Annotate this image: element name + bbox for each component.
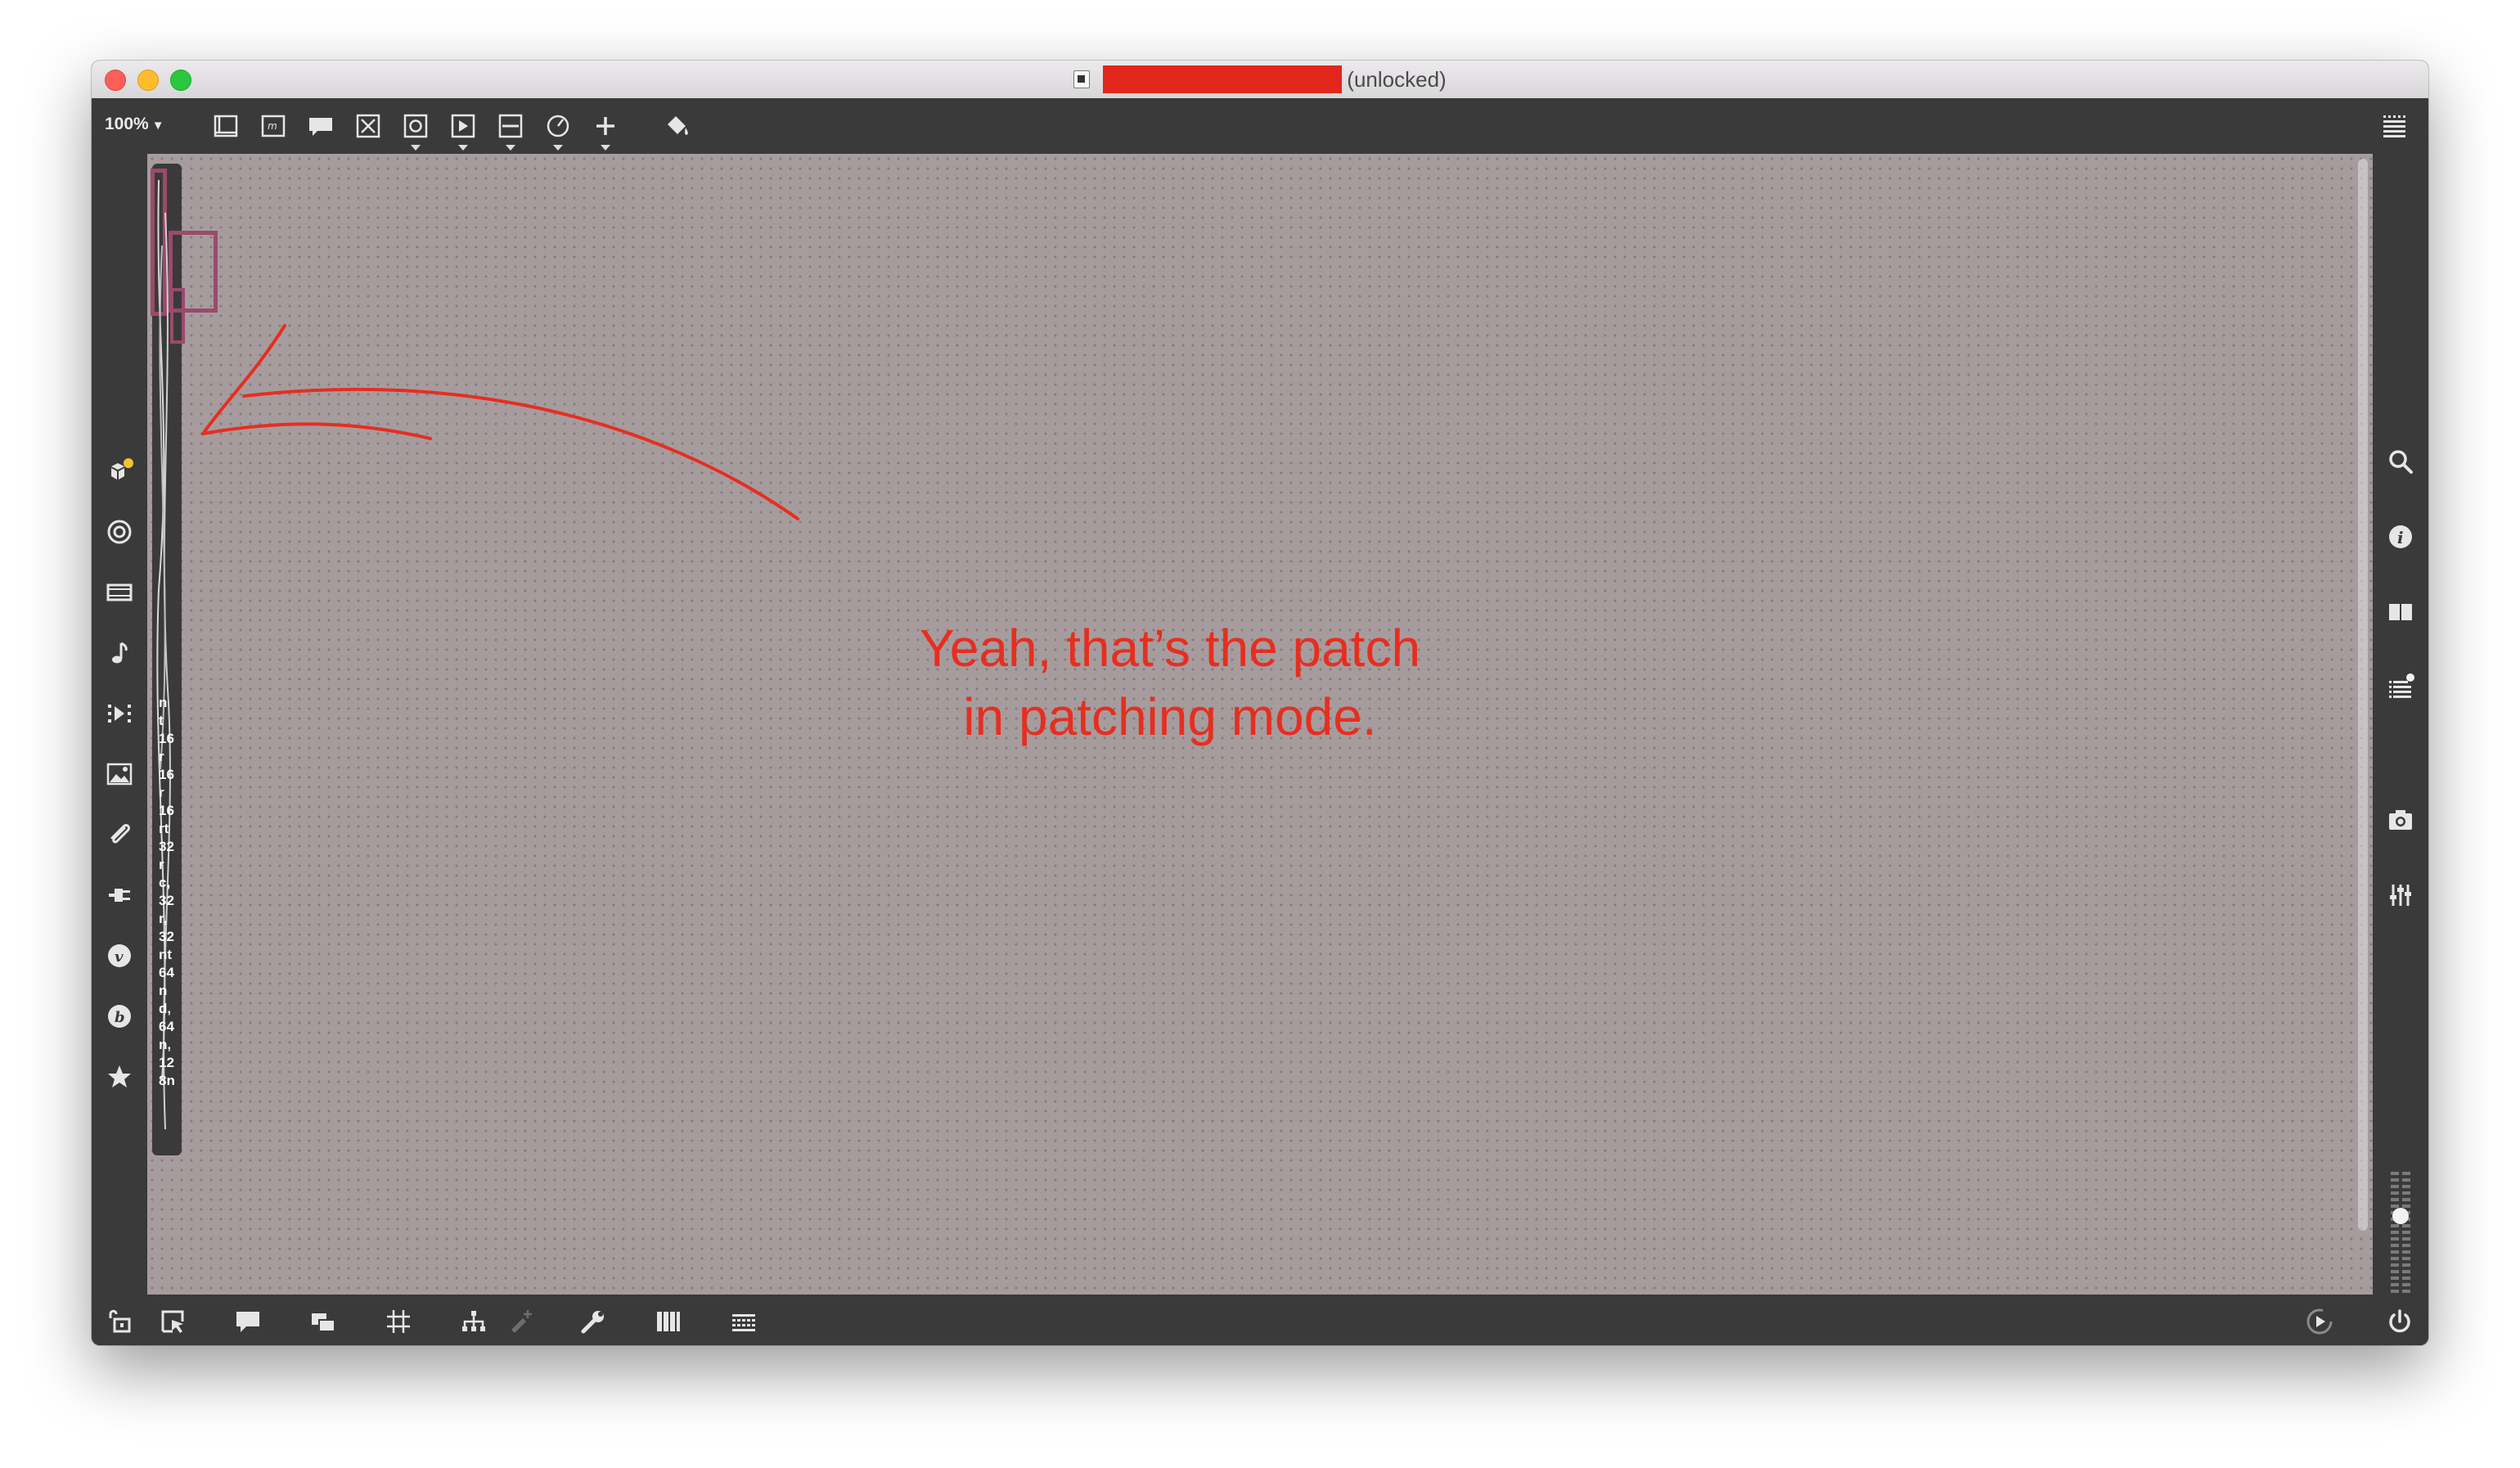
presentation-icon[interactable]	[155, 1304, 190, 1339]
volume-slider-knob[interactable]	[2392, 1208, 2409, 1224]
annotation-line-2: in patching mode.	[963, 687, 1377, 746]
title-status: (unlocked)	[1347, 66, 1447, 92]
dial-menu-caret[interactable]	[553, 145, 563, 151]
svg-text:v: v	[115, 948, 124, 966]
reference-book-icon[interactable]	[2381, 592, 2420, 632]
target-icon[interactable]	[100, 512, 139, 552]
slider-menu-caret[interactable]	[506, 145, 515, 151]
svg-text:m: m	[268, 120, 277, 132]
snapshot-camera-icon[interactable]	[2381, 800, 2420, 840]
keyboard-icon[interactable]	[727, 1304, 761, 1339]
media-play-icon[interactable]	[100, 694, 139, 733]
power-icon[interactable]	[2383, 1304, 2417, 1339]
play-menu-caret[interactable]	[458, 145, 468, 151]
comment-icon[interactable]	[303, 108, 339, 144]
image-icon[interactable]	[100, 754, 139, 794]
mixer-sliders-icon[interactable]	[2381, 876, 2420, 915]
info-icon[interactable]: i	[2381, 517, 2420, 556]
document-icon	[1073, 70, 1091, 88]
transport-play-icon[interactable]	[2302, 1304, 2337, 1339]
redacted-filename	[1103, 65, 1343, 93]
dial-icon[interactable]	[540, 108, 576, 151]
right-sidebar: i	[2373, 154, 2428, 1344]
annotation-text: Yeah, that’s the patch in patching mode.	[810, 614, 1530, 751]
lock-icon[interactable]	[101, 1304, 136, 1339]
grid-icon[interactable]	[2376, 108, 2412, 144]
layers-icon[interactable]	[306, 1304, 340, 1339]
vimeo-icon[interactable]: v	[100, 936, 139, 975]
patcher-canvas[interactable]: n t 16 r 16 r 16 rt 32 r c, 32 r, 32 nt …	[147, 154, 2373, 1295]
list-icon[interactable]	[2381, 668, 2420, 707]
vertical-scrollbar[interactable]	[2358, 159, 2368, 1231]
paperclip-icon[interactable]	[100, 815, 139, 854]
play-object-icon[interactable]	[445, 108, 481, 151]
add-object-icon[interactable]	[587, 108, 623, 151]
search-icon[interactable]	[2381, 442, 2420, 481]
packages-badge	[124, 458, 133, 468]
grid-icon[interactable]	[381, 1304, 416, 1339]
comment-toggle-icon[interactable]	[231, 1304, 265, 1339]
slider-icon[interactable]	[493, 108, 529, 151]
toggle-icon[interactable]	[350, 108, 386, 144]
music-note-icon[interactable]	[100, 633, 139, 673]
hierarchy-icon[interactable]	[457, 1304, 491, 1339]
favorites-star-icon[interactable]	[100, 1057, 139, 1096]
piano-icon[interactable]	[651, 1304, 686, 1339]
svg-text:i: i	[2397, 528, 2404, 547]
button-icon[interactable]	[398, 108, 434, 151]
title-bar: (unlocked)	[92, 61, 2428, 99]
top-toolbar: 100% ▼ m	[92, 98, 2428, 154]
paint-bucket-icon[interactable]	[659, 108, 695, 144]
message-box-icon[interactable]: m	[255, 108, 291, 144]
window-title: (unlocked)	[92, 61, 2428, 98]
packages-icon[interactable]	[100, 452, 139, 491]
debug-icon[interactable]	[504, 1304, 538, 1339]
left-sidebar: v b	[92, 154, 147, 1295]
video-icon[interactable]	[100, 573, 139, 612]
object-box-icon[interactable]	[208, 108, 244, 144]
zoom-menu[interactable]: 100% ▼	[105, 115, 164, 134]
bottom-toolbar	[92, 1295, 2428, 1345]
button-menu-caret[interactable]	[411, 145, 421, 151]
max-patcher-window: (unlocked) 100% ▼ m v b n t 16 r 16 r 16…	[92, 61, 2428, 1345]
beap-icon[interactable]: b	[100, 997, 139, 1036]
plug-icon[interactable]	[100, 876, 139, 915]
svg-text:b: b	[115, 1009, 125, 1026]
zoom-caret: ▼	[151, 119, 164, 133]
zoom-label: 100%	[105, 115, 149, 133]
wrench-icon[interactable]	[576, 1304, 610, 1339]
add-menu-caret[interactable]	[601, 145, 610, 151]
annotation-line-1: Yeah, that’s the patch	[919, 619, 1421, 678]
